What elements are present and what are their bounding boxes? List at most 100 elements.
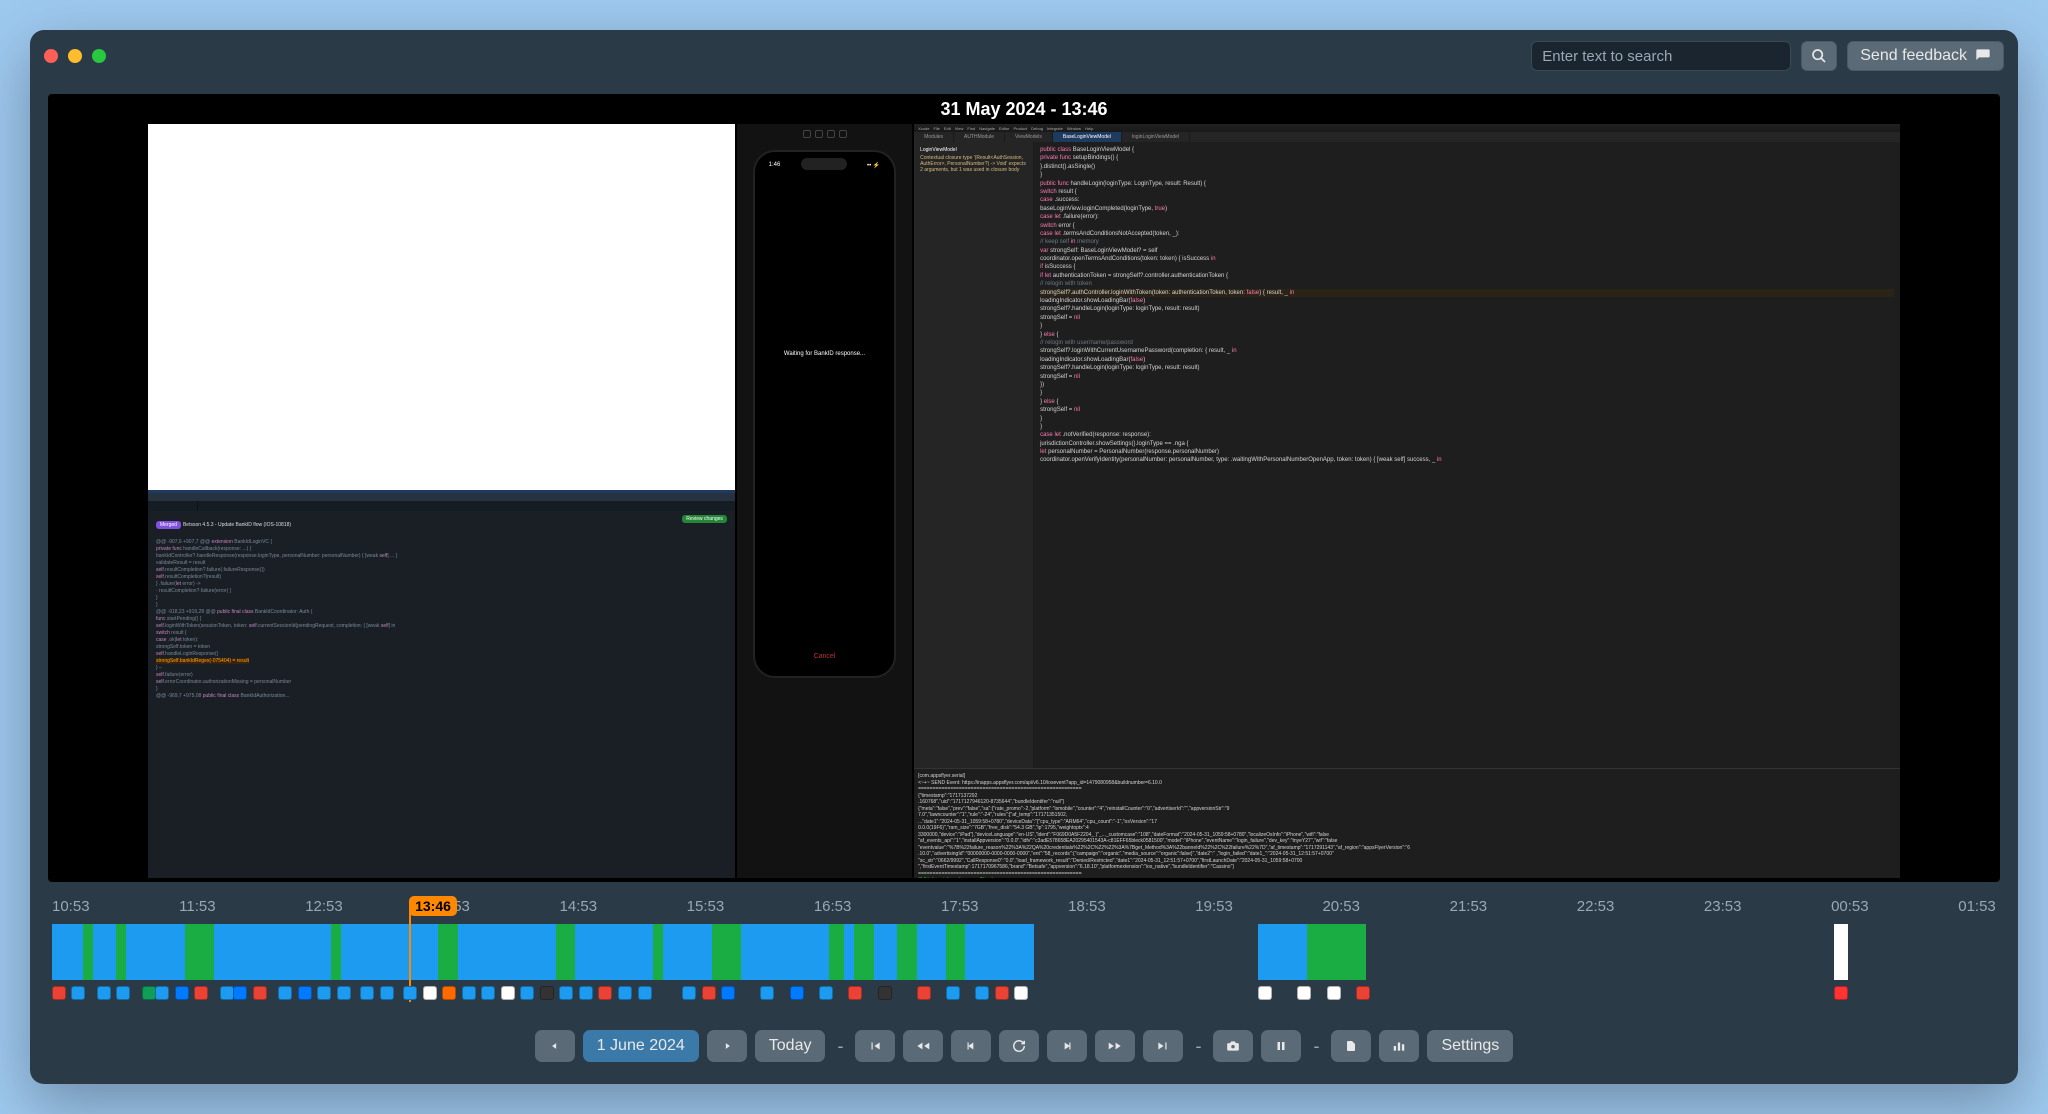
activity-segment[interactable]	[438, 924, 458, 980]
activity-segment[interactable]	[712, 924, 741, 980]
stats-button[interactable]	[1379, 1030, 1419, 1062]
step-forward-button[interactable]	[1047, 1030, 1087, 1062]
app-icon[interactable]	[1327, 986, 1341, 1000]
activity-segment[interactable]	[653, 924, 663, 980]
app-icon[interactable]	[819, 986, 833, 1000]
activity-segment[interactable]	[185, 924, 214, 980]
app-icon[interactable]	[278, 986, 292, 1000]
app-icon[interactable]	[995, 986, 1009, 1000]
app-icon[interactable]	[175, 986, 189, 1000]
app-icon[interactable]	[540, 986, 554, 1000]
date-picker-button[interactable]: 1 June 2024	[583, 1030, 699, 1062]
app-icon[interactable]	[423, 986, 437, 1000]
step-back-button[interactable]	[951, 1030, 991, 1062]
activity-segment[interactable]	[741, 924, 829, 980]
app-icon[interactable]	[598, 986, 612, 1000]
app-icon[interactable]	[155, 986, 169, 1000]
activity-segment[interactable]	[1327, 924, 1366, 980]
app-icon[interactable]	[1297, 986, 1311, 1000]
document-button[interactable]	[1331, 1030, 1371, 1062]
app-icon[interactable]	[878, 986, 892, 1000]
prev-frame-button[interactable]	[535, 1030, 575, 1062]
app-icon[interactable]	[1356, 986, 1370, 1000]
app-icon[interactable]	[520, 986, 534, 1000]
app-icon[interactable]	[233, 986, 247, 1000]
activity-segment[interactable]	[663, 924, 712, 980]
activity-segment[interactable]	[1258, 924, 1307, 980]
app-icon[interactable]	[142, 986, 156, 1000]
skip-end-button[interactable]	[1143, 1030, 1183, 1062]
activity-segment[interactable]	[575, 924, 653, 980]
activity-segment[interactable]	[331, 924, 341, 980]
app-icon[interactable]	[848, 986, 862, 1000]
activity-segment[interactable]	[93, 924, 116, 980]
close-window-button[interactable]	[44, 49, 58, 63]
app-icon[interactable]	[317, 986, 331, 1000]
activity-segment[interactable]	[829, 924, 845, 980]
app-icon[interactable]	[559, 986, 573, 1000]
activity-segment[interactable]	[458, 924, 556, 980]
activity-segment[interactable]	[946, 924, 966, 980]
app-icon[interactable]	[946, 986, 960, 1000]
pause-button[interactable]	[1261, 1030, 1301, 1062]
app-icon[interactable]	[220, 986, 234, 1000]
app-icon[interactable]	[462, 986, 476, 1000]
app-icon[interactable]	[360, 986, 374, 1000]
activity-segment[interactable]	[917, 924, 946, 980]
activity-segment[interactable]	[52, 924, 83, 980]
app-icon[interactable]	[194, 986, 208, 1000]
skip-start-button[interactable]	[855, 1030, 895, 1062]
app-icon[interactable]	[917, 986, 931, 1000]
search-button[interactable]	[1801, 41, 1837, 71]
activity-segment[interactable]	[897, 924, 917, 980]
timeline[interactable]: 13:46 10:5311:5312:5313:5314:5315:5316:5…	[30, 890, 2018, 1020]
app-icon[interactable]	[403, 986, 417, 1000]
app-icon[interactable]	[1258, 986, 1272, 1000]
activity-segment[interactable]	[874, 924, 897, 980]
app-icon[interactable]	[579, 986, 593, 1000]
app-icon[interactable]	[618, 986, 632, 1000]
activity-segment[interactable]	[854, 924, 874, 980]
app-icon[interactable]	[380, 986, 394, 1000]
fast-forward-button[interactable]	[1095, 1030, 1135, 1062]
settings-button[interactable]: Settings	[1427, 1030, 1513, 1062]
activity-segment[interactable]	[341, 924, 439, 980]
app-icon[interactable]	[721, 986, 735, 1000]
activity-segment[interactable]	[965, 924, 1033, 980]
minimize-window-button[interactable]	[68, 49, 82, 63]
app-icon[interactable]	[975, 986, 989, 1000]
app-icon[interactable]	[790, 986, 804, 1000]
activity-segment[interactable]	[1834, 924, 1848, 980]
today-button[interactable]: Today	[755, 1030, 826, 1062]
app-icon[interactable]	[97, 986, 111, 1000]
search-input[interactable]: Enter text to search	[1531, 41, 1791, 71]
rewind-button[interactable]	[903, 1030, 943, 1062]
app-icon[interactable]	[71, 986, 85, 1000]
activity-segment[interactable]	[844, 924, 854, 980]
activity-segment[interactable]	[247, 924, 331, 980]
app-icon[interactable]	[638, 986, 652, 1000]
activity-segment[interactable]	[556, 924, 576, 980]
app-icon[interactable]	[442, 986, 456, 1000]
app-icon[interactable]	[501, 986, 515, 1000]
app-icon[interactable]	[52, 986, 66, 1000]
camera-button[interactable]	[1213, 1030, 1253, 1062]
app-icon[interactable]	[337, 986, 351, 1000]
app-icon[interactable]	[682, 986, 696, 1000]
app-icon[interactable]	[253, 986, 267, 1000]
activity-segment[interactable]	[1307, 924, 1327, 980]
app-icon[interactable]	[481, 986, 495, 1000]
app-icon[interactable]	[116, 986, 130, 1000]
app-icon[interactable]	[1014, 986, 1028, 1000]
activity-segment[interactable]	[116, 924, 126, 980]
app-icon[interactable]	[1834, 986, 1848, 1000]
refresh-button[interactable]	[999, 1030, 1039, 1062]
app-icon[interactable]	[702, 986, 716, 1000]
activity-segment[interactable]	[214, 924, 247, 980]
next-frame-button[interactable]	[707, 1030, 747, 1062]
app-icon[interactable]	[760, 986, 774, 1000]
timeline-track[interactable]	[48, 924, 2000, 982]
app-icon[interactable]	[298, 986, 312, 1000]
activity-segment[interactable]	[83, 924, 93, 980]
maximize-window-button[interactable]	[92, 49, 106, 63]
